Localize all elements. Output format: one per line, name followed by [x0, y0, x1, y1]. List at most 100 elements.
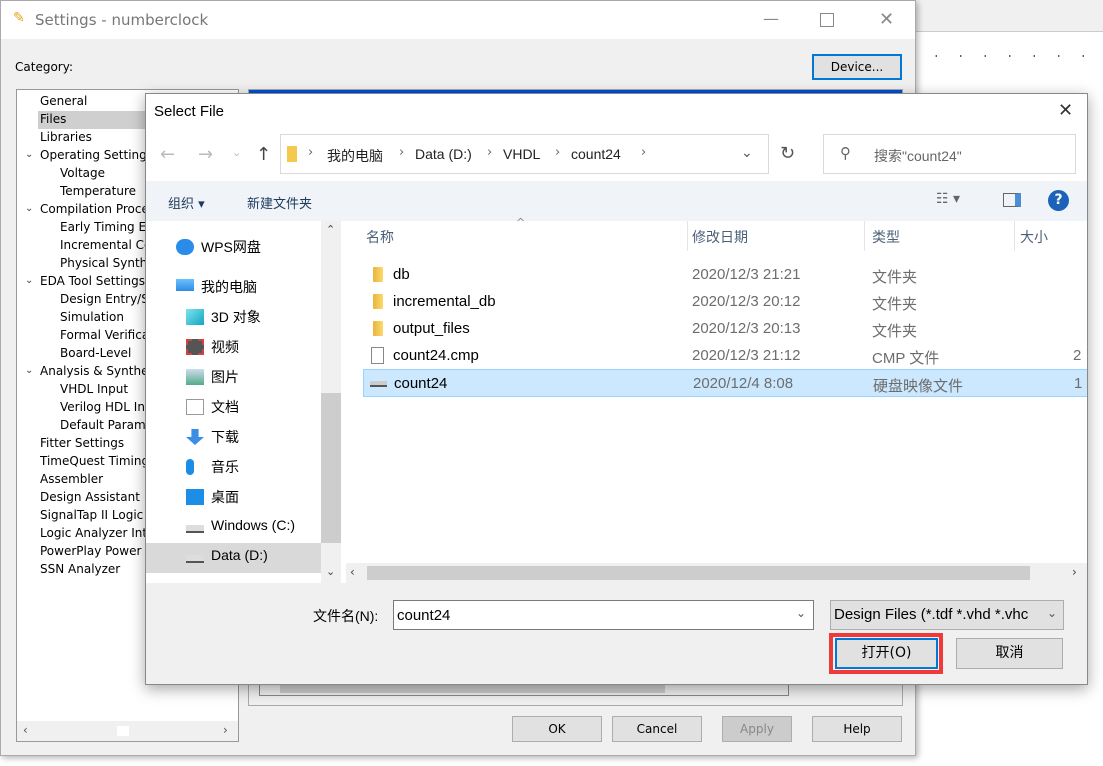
address-dropdown-icon[interactable]: ⌄ — [741, 145, 753, 161]
nav-item[interactable]: 视频 — [211, 337, 239, 357]
tree-item[interactable]: Assembler — [40, 472, 103, 486]
search-input[interactable]: ⚲ 搜索"count24" — [823, 134, 1076, 174]
tree-item[interactable]: Voltage — [60, 166, 105, 180]
nav-item[interactable]: WPS网盘 — [201, 237, 261, 257]
filename-value: count24 — [397, 607, 451, 624]
file-row[interactable]: count24 2020/12/4 8:08 硬盘映像文件 1 — [363, 369, 1087, 397]
navigation-pane: WPS网盘我的电脑 3D 对象视频图片文档下载音乐桌面 Windows (C:) Da… — [146, 221, 341, 583]
cancel-button[interactable]: Cancel — [612, 716, 702, 742]
tree-item[interactable]: Analysis & Synthes — [40, 364, 155, 378]
dialog-close-button[interactable]: ✕ — [1058, 100, 1073, 121]
nav-item[interactable]: Data (D:) — [211, 547, 268, 563]
scroll-right-icon[interactable]: › — [223, 723, 228, 737]
column-header-size[interactable]: 大小 — [1020, 227, 1048, 247]
file-type: 文件夹 — [872, 269, 918, 286]
file-row[interactable]: db 2020/12/3 21:21 文件夹 — [363, 261, 1087, 289]
tree-item[interactable]: PowerPlay Power A — [40, 544, 153, 558]
preview-pane-icon[interactable] — [1003, 193, 1021, 207]
tree-item[interactable]: Physical Synthe — [60, 256, 155, 270]
tree-item[interactable]: Early Timing Es — [60, 220, 152, 234]
tree-item[interactable]: Default Parame — [60, 418, 153, 432]
recent-dropdown[interactable]: ⌄ — [232, 146, 241, 159]
nav-item[interactable]: 图片 — [211, 367, 239, 387]
breadcrumb-item[interactable]: 我的电脑 — [327, 146, 383, 166]
maximize-button[interactable] — [820, 13, 834, 27]
ok-button[interactable]: OK — [512, 716, 602, 742]
expand-chevron-icon[interactable]: ⌄ — [25, 203, 33, 214]
tree-item[interactable]: Board-Level — [60, 346, 131, 360]
address-bar[interactable]: › 我的电脑 › Data (D:) › VHDL › count24 › ⌄ … — [280, 134, 795, 174]
apply-button[interactable]: Apply — [722, 716, 792, 742]
tree-item[interactable]: Files — [40, 112, 66, 126]
nav-item[interactable]: 桌面 — [211, 487, 239, 507]
file-size: 1 — [1074, 375, 1083, 392]
tree-item[interactable]: EDA Tool Settings — [40, 274, 145, 288]
file-type: 文件夹 — [872, 323, 918, 340]
organize-button[interactable]: 组织 ▾ — [168, 193, 205, 212]
device-button[interactable]: Device... — [812, 54, 902, 80]
breadcrumb-item[interactable]: count24 — [571, 146, 621, 162]
tree-item[interactable]: Design Entry/Sy — [60, 292, 156, 306]
computer-icon — [176, 279, 194, 291]
tree-item[interactable]: Incremental Co — [60, 238, 151, 252]
minimize-button[interactable]: — — [763, 9, 779, 28]
tree-item[interactable]: Fitter Settings — [40, 436, 124, 450]
drive-icon — [186, 555, 204, 563]
dialog-title: Select File — [154, 103, 225, 120]
nav-item[interactable]: 我的电脑 — [201, 277, 257, 297]
nav-item[interactable]: 3D 对象 — [211, 307, 261, 327]
tree-item[interactable]: Formal Verifica — [60, 328, 149, 342]
dialog-cancel-button[interactable]: 取消 — [956, 638, 1063, 669]
filename-dropdown-icon[interactable]: ⌄ — [796, 606, 806, 620]
music-icon — [186, 459, 194, 475]
nav-item[interactable]: 下载 — [211, 427, 239, 447]
tree-item[interactable]: Operating Settings — [40, 148, 153, 162]
file-row[interactable]: incremental_db 2020/12/3 20:12 文件夹 — [363, 288, 1087, 316]
file-hscrollbar[interactable]: ‹ › — [346, 563, 1087, 583]
column-header-type[interactable]: 类型 — [872, 227, 900, 247]
tree-item[interactable]: Verilog HDL Inp — [60, 400, 153, 414]
refresh-icon[interactable]: ↻ — [780, 143, 795, 164]
close-button[interactable]: ✕ — [879, 9, 894, 30]
file-row[interactable]: output_files 2020/12/3 20:13 文件夹 — [363, 315, 1087, 343]
tree-item[interactable]: SSN Analyzer — [40, 562, 120, 576]
tree-item[interactable]: TimeQuest Timing — [40, 454, 149, 468]
breadcrumb-item[interactable]: Data (D:) — [415, 146, 472, 162]
column-header-name[interactable]: 名称 — [366, 227, 394, 247]
tree-item[interactable]: SignalTap II Logic — [40, 508, 143, 522]
nav-vscrollbar[interactable]: ⌃ ⌄ — [321, 221, 341, 583]
tree-item[interactable]: Temperature — [60, 184, 136, 198]
nav-item[interactable]: 文档 — [211, 397, 239, 417]
tree-item[interactable]: Logic Analyzer Inte — [40, 526, 154, 540]
forward-button[interactable]: → — [198, 144, 213, 165]
up-button[interactable]: ↑ — [256, 144, 271, 165]
tree-hscrollbar[interactable]: ‹ › — [17, 721, 238, 741]
file-name: count24.cmp — [393, 347, 479, 364]
tree-item[interactable]: General — [40, 94, 87, 108]
expand-chevron-icon[interactable]: ⌄ — [25, 275, 33, 286]
desktop-icon — [186, 489, 204, 505]
open-button[interactable]: 打开(O) — [835, 638, 938, 669]
nav-item[interactable]: Windows (C:) — [211, 517, 295, 533]
help-button[interactable]: Help — [812, 716, 902, 742]
file-type-select[interactable]: Design Files (*.tdf *.vhd *.vhc ⌄ — [830, 600, 1064, 630]
tree-item[interactable]: Libraries — [40, 130, 92, 144]
tree-item[interactable]: Compilation Proces — [40, 202, 155, 216]
expand-chevron-icon[interactable]: ⌄ — [25, 149, 33, 160]
help-icon[interactable]: ? — [1048, 190, 1069, 211]
tree-item[interactable]: Design Assistant — [40, 490, 140, 504]
view-options-icon[interactable]: ☷ ▾ — [936, 191, 960, 207]
back-button[interactable]: ← — [160, 144, 175, 165]
nav-item[interactable]: 音乐 — [211, 457, 239, 477]
scroll-left-icon[interactable]: ‹ — [23, 723, 28, 737]
new-folder-button[interactable]: 新建文件夹 — [247, 193, 312, 212]
file-size: 2 — [1073, 347, 1082, 364]
filename-input[interactable]: count24 ⌄ — [393, 600, 814, 630]
breadcrumb-item[interactable]: VHDL — [503, 146, 540, 162]
expand-chevron-icon[interactable]: ⌄ — [25, 365, 33, 376]
tree-item[interactable]: Simulation — [60, 310, 124, 324]
file-type: CMP 文件 — [872, 350, 940, 367]
file-row[interactable]: count24.cmp 2020/12/3 21:12 CMP 文件 2 — [363, 342, 1087, 370]
tree-item[interactable]: VHDL Input — [60, 382, 128, 396]
column-header-date[interactable]: 修改日期 — [692, 227, 748, 247]
